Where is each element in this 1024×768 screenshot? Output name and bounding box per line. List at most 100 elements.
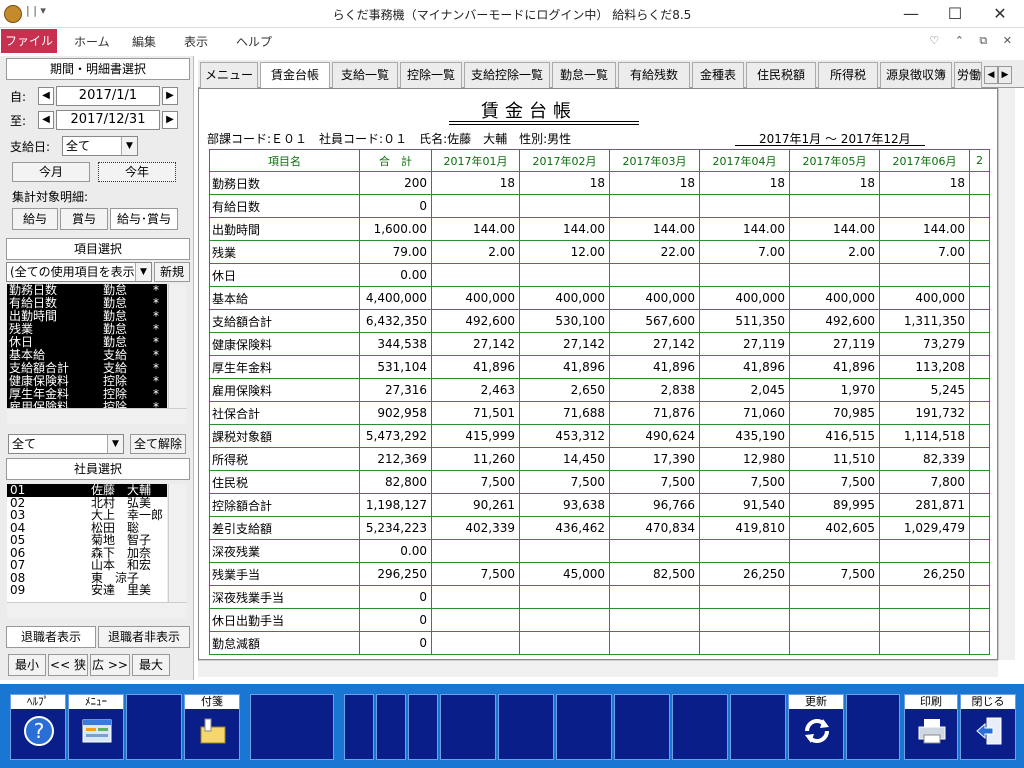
row-label: 控除額合計: [209, 493, 360, 517]
item-list[interactable]: 勤務日数 勤怠 * 有給日数 勤怠 * 出勤時間 勤怠 * 残業 勤怠 * 休日 勤怠 * 基本給 支給 * 支給額…: [7, 284, 167, 408]
column-header: 合 計: [359, 149, 432, 172]
from-date-field[interactable]: 2017/1/1: [56, 86, 160, 106]
filter2-select[interactable]: 全て ▼: [8, 434, 124, 454]
tab-8[interactable]: 住民税額: [746, 62, 816, 88]
chevron-down-icon: ▼: [135, 263, 151, 281]
cell-value: [879, 608, 970, 632]
row-label: 休日: [209, 263, 360, 287]
cell-value: 45,000: [519, 562, 610, 586]
row-label: 勤務日数: [209, 171, 360, 195]
employee-name: 佐藤 大輔: [91, 484, 152, 497]
tab-1[interactable]: 賃金台帳: [260, 62, 330, 89]
employee-list[interactable]: 01 佐藤 大輔 02 北村 弘美 03 大上 幸一郎 04 松田 聡 05 菊地 智子 06 森下 …: [7, 484, 167, 602]
cell-value: 12.00: [519, 240, 610, 264]
column-header: 項目名: [209, 149, 360, 172]
exit-button[interactable]: 閉じる: [960, 694, 1016, 760]
sticky-note-button[interactable]: 付箋: [184, 694, 240, 760]
report-hscrollbar[interactable]: [198, 660, 998, 677]
list-item[interactable]: 雇用保険料 控除 *: [7, 401, 167, 409]
column-header: 2017年01月: [431, 149, 520, 172]
target-salary-button[interactable]: 給与: [12, 208, 58, 230]
cell-value: [969, 240, 990, 264]
from-prev-button[interactable]: ◀: [38, 87, 54, 105]
target-bonus-button[interactable]: 賞与: [60, 208, 108, 230]
tab-3[interactable]: 控除一覧: [400, 62, 462, 88]
minimize-button[interactable]: —: [888, 0, 934, 28]
item-filter-select[interactable]: (全ての使用項目を表示) ▼: [6, 262, 152, 282]
menu-edit[interactable]: 編集: [132, 33, 156, 50]
item-list-scrollbar[interactable]: [168, 284, 186, 408]
cell-value: [969, 171, 990, 195]
hide-retired-button[interactable]: 退職者非表示: [98, 626, 190, 648]
empty-function-key: [730, 694, 786, 760]
tab-scroll-right-button[interactable]: ▶: [998, 66, 1012, 84]
show-retired-button[interactable]: 退職者表示: [6, 626, 96, 648]
close-button[interactable]: ✕: [977, 0, 1023, 28]
tab-10[interactable]: 源泉徴収簿: [880, 62, 952, 88]
tab-7[interactable]: 金種表: [692, 62, 744, 88]
employee-list-scrollbar[interactable]: [168, 484, 186, 602]
cell-value: 71,060: [699, 401, 790, 425]
title-underline: [449, 124, 639, 125]
list-item[interactable]: 09 安達 里美: [7, 584, 167, 597]
cell-value: [879, 194, 970, 218]
row-label: 健康保険料: [209, 332, 360, 356]
zoom-wide-button[interactable]: 広 >>: [90, 654, 130, 676]
table-row: 雇用保険料 27,316 2,463 2,650 2,838 2,045 1,970 5,24…: [209, 378, 990, 402]
cell-value: [879, 263, 970, 287]
menu-button[interactable]: ﾒﾆｭｰ: [68, 694, 124, 760]
tab-4[interactable]: 支給控除一覧: [464, 62, 550, 88]
zoom-min-button[interactable]: 最小: [8, 654, 46, 676]
zoom-max-button[interactable]: 最大: [132, 654, 170, 676]
this-month-button[interactable]: 今月: [12, 162, 90, 182]
list-item[interactable]: 07 山本 和宏: [7, 559, 167, 572]
ribbon-controls-icon[interactable]: ♡ ⌃ ⧉ ✕: [929, 34, 1018, 48]
help-button[interactable]: ﾍﾙﾌﾟ?: [10, 694, 66, 760]
refresh-button[interactable]: 更新: [788, 694, 844, 760]
tab-6[interactable]: 有給残数: [618, 62, 690, 88]
cell-value: [789, 263, 880, 287]
tab-9[interactable]: 所得税: [818, 62, 878, 88]
target-both-button[interactable]: 給与･賞与: [110, 208, 178, 230]
cell-value: 90,261: [431, 493, 520, 517]
maximize-button[interactable]: ☐: [932, 0, 978, 28]
zoom-narrow-button[interactable]: << 狭: [48, 654, 88, 676]
item-list-hscrollbar[interactable]: [7, 408, 187, 424]
cell-value: [969, 401, 990, 425]
this-year-button[interactable]: 今年: [98, 162, 176, 182]
cell-value: 41,896: [431, 355, 520, 379]
tab-5[interactable]: 勤怠一覧: [552, 62, 616, 88]
file-menu[interactable]: ファイル: [1, 29, 57, 53]
employee-name: 大上 幸一郎: [91, 508, 164, 522]
tab-scroll-left-button[interactable]: ◀: [984, 66, 998, 84]
to-next-button[interactable]: ▶: [162, 111, 178, 129]
cell-value: 79.00: [359, 240, 432, 264]
cell-value: [969, 355, 990, 379]
cell-value: 2,045: [699, 378, 790, 402]
payday-select[interactable]: 全て ▼: [62, 136, 138, 156]
employee-list-hscrollbar[interactable]: [7, 602, 187, 618]
tab-2[interactable]: 支給一覧: [332, 62, 398, 88]
new-item-button[interactable]: 新規: [154, 262, 190, 282]
list-item[interactable]: 03 大上 幸一郎: [7, 509, 167, 522]
cell-value: 2,650: [519, 378, 610, 402]
tab-0[interactable]: メニュー: [200, 62, 258, 88]
to-prev-button[interactable]: ◀: [38, 111, 54, 129]
menu-help[interactable]: ヘルプ: [236, 33, 272, 50]
to-date-field[interactable]: 2017/12/31: [56, 110, 160, 130]
tab-11[interactable]: 労働: [954, 62, 982, 88]
menu-home[interactable]: ホーム: [74, 33, 110, 50]
menu-view[interactable]: 表示: [184, 33, 208, 50]
from-next-button[interactable]: ▶: [162, 87, 178, 105]
cell-value: [431, 194, 520, 218]
column-header: 2017年03月: [609, 149, 700, 172]
printer-button[interactable]: 印刷: [904, 694, 958, 760]
list-item[interactable]: 05 菊地 智子: [7, 534, 167, 547]
list-item[interactable]: 01 佐藤 大輔: [7, 484, 167, 497]
report-vscrollbar[interactable]: [998, 88, 1015, 660]
cell-value: 419,810: [699, 516, 790, 540]
clear-all-button[interactable]: 全て解除: [130, 434, 186, 454]
target-label: 集計対象明細:: [12, 190, 89, 204]
cell-value: 6,432,350: [359, 309, 432, 333]
table-row: 住民税 82,800 7,500 7,500 7,500 7,500 7,500 7,800: [209, 470, 990, 494]
